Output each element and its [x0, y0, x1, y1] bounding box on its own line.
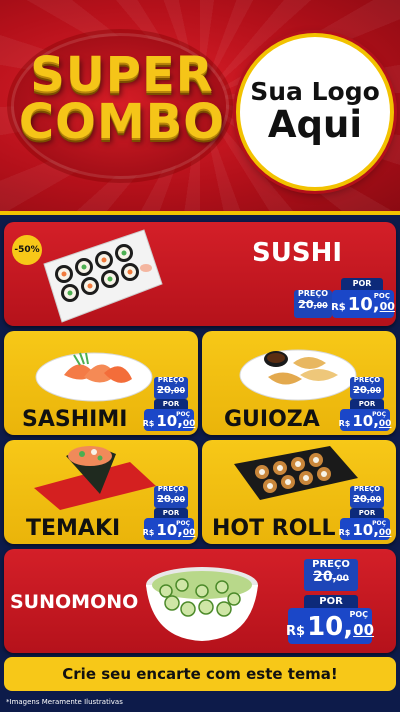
new-price-cents: 00	[182, 528, 196, 538]
por-label-hotroll: POR	[350, 508, 384, 518]
old-price-value: 20,00	[156, 384, 186, 396]
new-price-main: 10	[307, 612, 344, 642]
new-price-cents: 00	[379, 300, 395, 313]
sunomono-image	[146, 567, 258, 641]
currency-symbol: R$	[142, 419, 155, 428]
cta-banner[interactable]: Crie seu encarte com este tema!	[4, 657, 396, 691]
currency-symbol: R$	[331, 302, 346, 313]
old-price-temaki: PREÇO 20,00	[154, 485, 188, 508]
super-combo-title: SUPER COMBO	[12, 47, 232, 151]
old-price-main: 20	[352, 493, 367, 505]
old-price-main: 20	[298, 297, 314, 311]
old-price-sunomono: PREÇO 20,00	[304, 559, 358, 591]
old-price-label: PREÇO	[157, 485, 185, 493]
product-card-hotroll[interactable]: HOT ROLL PREÇO 20,00 POR R$ 10, 00 POÇ	[202, 440, 396, 544]
new-price-temaki: R$ 10, 00 POÇ	[142, 518, 196, 540]
old-price-label: PREÇO	[157, 376, 185, 384]
por-label-guioza: POR	[350, 399, 384, 409]
product-name-sushi: SUSHI	[252, 238, 342, 268]
product-name-sashimi: SASHIMI	[22, 407, 128, 432]
poc-label: POÇ	[373, 292, 390, 300]
old-price-sushi: PREÇO 20,00	[294, 289, 332, 318]
new-price-cents: 00	[378, 419, 392, 429]
new-price-main: 10	[347, 294, 373, 315]
new-price-main: 10	[352, 412, 374, 430]
sushi-image	[43, 229, 163, 323]
old-price-cents: 00	[173, 385, 186, 395]
new-price-sashimi: R$ 10, 00 POÇ	[142, 409, 196, 431]
header-banner: SUPER COMBO Sua Logo Aqui	[0, 0, 400, 215]
poc-label: POÇ	[372, 411, 386, 418]
new-price-main: 10	[352, 521, 374, 539]
product-card-sashimi[interactable]: SASHIMI PREÇO 20,00 POR R$ 10, 00 POÇ	[4, 331, 198, 435]
title-line-1: SUPER	[30, 47, 214, 103]
product-card-temaki[interactable]: TEMAKI PREÇO 20,00 POR R$ 10, 00 POÇ	[4, 440, 198, 544]
old-price-cents: 00	[369, 494, 382, 504]
old-price-value: 20,00	[352, 493, 382, 505]
new-price-sushi: R$ 10, 00 POÇ	[331, 290, 395, 318]
footnote: *Imagens Meramente Ilustrativas	[6, 698, 123, 706]
product-card-guioza[interactable]: GUIOZA PREÇO 20,00 POR R$ 10, 00 POÇ	[202, 331, 396, 435]
old-price-cents: 00	[369, 385, 382, 395]
old-price-cents: 00	[316, 300, 328, 310]
logo-placeholder: Sua Logo Aqui	[236, 33, 394, 191]
temaki-image	[34, 446, 156, 510]
old-price-value: 20,00	[352, 384, 382, 396]
poc-label: POÇ	[176, 520, 190, 527]
old-price-label: PREÇO	[353, 376, 381, 384]
title-line-2: COMBO	[18, 94, 226, 151]
product-card-sushi[interactable]: -50% SUSHI PREÇO 20,00 POR R$ 10, 00 POÇ	[4, 222, 396, 326]
logo-line-1: Sua Logo	[250, 76, 380, 106]
currency-symbol: R$	[142, 528, 155, 537]
new-price-guioza: R$ 10, 00 POÇ	[338, 409, 392, 431]
new-price-cents: 00	[378, 528, 392, 538]
new-price-cents: 00	[182, 419, 196, 429]
new-price-main: 10	[156, 412, 178, 430]
guioza-image	[239, 349, 357, 401]
por-label-sunomono: POR	[304, 595, 358, 608]
por-label-temaki: POR	[154, 508, 188, 518]
new-price-sunomono: R$ 10, 00 POÇ	[286, 608, 375, 644]
poc-label: POÇ	[176, 411, 190, 418]
poc-label: POÇ	[372, 520, 386, 527]
old-price-guioza: PREÇO 20,00	[350, 376, 384, 399]
old-price-cents: 00	[173, 494, 186, 504]
sashimi-image	[35, 352, 153, 402]
old-price-label: PREÇO	[353, 485, 381, 493]
product-name-temaki: TEMAKI	[26, 516, 121, 541]
old-price-main: 20	[313, 569, 333, 585]
old-price-sashimi: PREÇO 20,00	[154, 376, 188, 399]
old-price-main: 20	[352, 384, 367, 396]
new-price-cents: 00	[353, 621, 375, 639]
product-name-sunomono: SUNOMONO	[10, 591, 139, 613]
product-card-sunomono[interactable]: SUNOMONO PREÇO 20,00 POR R$ 10, 00 POÇ	[4, 549, 396, 653]
por-label-sashimi: POR	[154, 399, 188, 409]
currency-symbol: R$	[338, 528, 351, 537]
old-price-value: 20,00	[298, 297, 328, 311]
old-price-value: 20,00	[313, 569, 349, 585]
product-name-guioza: GUIOZA	[224, 407, 320, 432]
old-price-hotroll: PREÇO 20,00	[350, 485, 384, 508]
currency-symbol: R$	[338, 419, 351, 428]
old-price-value: 20,00	[156, 493, 186, 505]
logo-line-2: Aqui	[267, 103, 363, 147]
hotroll-image	[234, 446, 358, 500]
old-price-cents: 00	[336, 574, 349, 584]
old-price-main: 20	[156, 493, 171, 505]
old-price-main: 20	[156, 384, 171, 396]
por-label-sushi: POR	[341, 278, 383, 290]
poc-label: POÇ	[349, 610, 368, 619]
new-price-main: 10	[156, 521, 178, 539]
product-name-hotroll: HOT ROLL	[212, 516, 336, 541]
currency-symbol: R$	[286, 624, 306, 639]
new-price-hotroll: R$ 10, 00 POÇ	[338, 518, 392, 540]
